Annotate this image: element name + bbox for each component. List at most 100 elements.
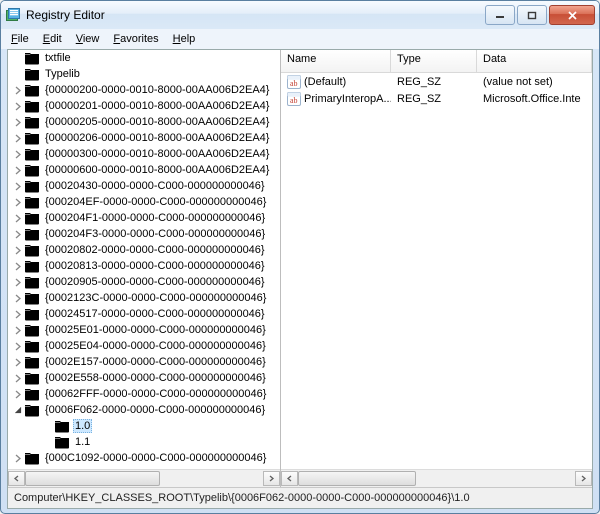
expand-icon[interactable] [12, 196, 24, 208]
tree-node-guid[interactable]: {00000205-0000-0010-8000-00AA006D2EA4} [8, 114, 280, 130]
list-row[interactable]: PrimaryInteropA...REG_SZMicrosoft.Office… [281, 90, 592, 107]
titlebar[interactable]: Registry Editor [1, 1, 599, 29]
scroll-thumb[interactable] [25, 471, 160, 486]
tree-node-typelib[interactable]: Typelib [8, 66, 280, 82]
folder-icon [24, 115, 40, 129]
tree-node-guid[interactable]: {00020802-0000-0000-C000-000000000046} [8, 242, 280, 258]
tree-body[interactable]: txtfile Typelib {00000200-0000-0010-8000-0… [8, 50, 280, 469]
tree-node-label: txtfile [43, 52, 73, 64]
expand-icon[interactable] [12, 276, 24, 288]
expand-placeholder [42, 436, 54, 448]
tree-node-guid[interactable]: {00000200-0000-0010-8000-00AA006D2EA4} [8, 82, 280, 98]
tree-node-guid[interactable]: {00025E04-0000-0000-C000-000000000046} [8, 338, 280, 354]
expand-icon[interactable] [12, 244, 24, 256]
expand-icon[interactable] [12, 340, 24, 352]
menu-file[interactable]: File [5, 31, 35, 47]
tree-node-guid[interactable]: {00000300-0000-0010-8000-00AA006D2EA4} [8, 146, 280, 162]
value-data: Microsoft.Office.Inte [477, 93, 592, 105]
scroll-track[interactable] [298, 471, 575, 486]
folder-icon [24, 163, 40, 177]
col-name[interactable]: Name [281, 50, 391, 72]
tree-node-label: {0002E558-0000-0000-C000-000000000046} [43, 372, 268, 384]
tree-node-label: {0002E157-0000-0000-C000-000000000046} [43, 356, 268, 368]
tree-node-version[interactable]: 1.0 [8, 418, 280, 434]
tree-node-guid[interactable]: {0015B4CC-EDC9-3A0E-B14A-AFB8F75F2A1C [8, 466, 280, 469]
collapse-icon[interactable] [12, 404, 24, 416]
expand-icon[interactable] [12, 180, 24, 192]
tree-node-version[interactable]: 1.1 [8, 434, 280, 450]
list-body[interactable]: (Default)REG_SZ(value not set)PrimaryInt… [281, 73, 592, 469]
app-icon [5, 7, 21, 23]
tree-node-guid[interactable]: {00020813-0000-0000-C000-000000000046} [8, 258, 280, 274]
tree-node-guid[interactable]: {000204F1-0000-0000-C000-000000000046} [8, 210, 280, 226]
expand-icon[interactable] [12, 116, 24, 128]
expand-icon[interactable] [12, 356, 24, 368]
expand-icon[interactable] [12, 260, 24, 272]
expand-icon[interactable] [12, 84, 24, 96]
scroll-left-button[interactable] [281, 471, 298, 486]
menu-view[interactable]: View [70, 31, 106, 47]
col-type[interactable]: Type [391, 50, 477, 72]
scroll-left-button[interactable] [8, 471, 25, 486]
tree-node-guid[interactable]: {00062FFF-0000-0000-C000-000000000046} [8, 386, 280, 402]
menu-edit-label: dit [50, 33, 62, 45]
tree-node-guid[interactable]: {000204F3-0000-0000-C000-000000000046} [8, 226, 280, 242]
expand-icon[interactable] [12, 468, 24, 469]
tree-node-label: {00020905-0000-0000-C000-000000000046} [43, 276, 267, 288]
tree-node-guid[interactable]: {000204EF-0000-0000-C000-000000000046} [8, 194, 280, 210]
tree-node-guid[interactable]: {00000201-0000-0010-8000-00AA006D2EA4} [8, 98, 280, 114]
tree-node-guid[interactable]: {00020905-0000-0000-C000-000000000046} [8, 274, 280, 290]
expand-icon[interactable] [12, 324, 24, 336]
folder-icon [24, 243, 40, 257]
window: Registry Editor File Edit View Favorites… [0, 0, 600, 514]
list-row[interactable]: (Default)REG_SZ(value not set) [281, 73, 592, 90]
expand-icon[interactable] [12, 292, 24, 304]
tree-node-label: {000204EF-0000-0000-C000-000000000046} [43, 196, 268, 208]
tree-node-guid[interactable]: {0002E157-0000-0000-C000-000000000046} [8, 354, 280, 370]
folder-icon [54, 419, 70, 433]
folder-icon [24, 467, 40, 469]
expand-icon[interactable] [12, 308, 24, 320]
tree-node-guid[interactable]: {0002123C-0000-0000-C000-000000000046} [8, 290, 280, 306]
expand-placeholder [12, 52, 24, 64]
list-hscroll[interactable] [281, 469, 592, 487]
tree-hscroll[interactable] [8, 469, 280, 487]
col-data[interactable]: Data [477, 50, 592, 72]
expand-icon[interactable] [12, 100, 24, 112]
tree-node-guid-expanded[interactable]: {0006F062-0000-0000-C000-000000000046} [8, 402, 280, 418]
expand-placeholder [12, 68, 24, 80]
expand-icon[interactable] [12, 164, 24, 176]
scroll-right-button[interactable] [575, 471, 592, 486]
maximize-button[interactable] [517, 5, 547, 25]
tree-node-guid[interactable]: {00000600-0000-0010-8000-00AA006D2EA4} [8, 162, 280, 178]
folder-icon [24, 83, 40, 97]
tree-node-guid[interactable]: {00025E01-0000-0000-C000-000000000046} [8, 322, 280, 338]
menu-help[interactable]: Help [167, 31, 202, 47]
minimize-button[interactable] [485, 5, 515, 25]
close-button[interactable] [549, 5, 595, 25]
string-value-icon [287, 75, 301, 89]
expand-icon[interactable] [12, 372, 24, 384]
tree-node-guid[interactable]: {00020430-0000-0000-C000-000000000046} [8, 178, 280, 194]
menu-favorites[interactable]: Favorites [107, 31, 164, 47]
scroll-right-button[interactable] [263, 471, 280, 486]
tree-pane: txtfile Typelib {00000200-0000-0010-8000-0… [8, 50, 281, 487]
scroll-track[interactable] [25, 471, 263, 486]
expand-icon[interactable] [12, 228, 24, 240]
expand-icon[interactable] [12, 452, 24, 464]
tree-node-guid[interactable]: {00024517-0000-0000-C000-000000000046} [8, 306, 280, 322]
tree-node-guid[interactable]: {000C1092-0000-0000-C000-000000000046} [8, 450, 280, 466]
tree-node-label: {00000200-0000-0010-8000-00AA006D2EA4} [43, 84, 271, 96]
tree-node-guid[interactable]: {0002E558-0000-0000-C000-000000000046} [8, 370, 280, 386]
expand-icon[interactable] [12, 132, 24, 144]
tree-node-txtfile[interactable]: txtfile [8, 50, 280, 66]
expand-icon[interactable] [12, 388, 24, 400]
menu-edit[interactable]: Edit [37, 31, 68, 47]
tree-node-label: {00062FFF-0000-0000-C000-000000000046} [43, 388, 268, 400]
expand-icon[interactable] [12, 212, 24, 224]
tree-node-label: {00000600-0000-0010-8000-00AA006D2EA4} [43, 164, 271, 176]
tree-node-guid[interactable]: {00000206-0000-0010-8000-00AA006D2EA4} [8, 130, 280, 146]
scroll-thumb[interactable] [298, 471, 416, 486]
folder-icon [24, 323, 40, 337]
expand-icon[interactable] [12, 148, 24, 160]
